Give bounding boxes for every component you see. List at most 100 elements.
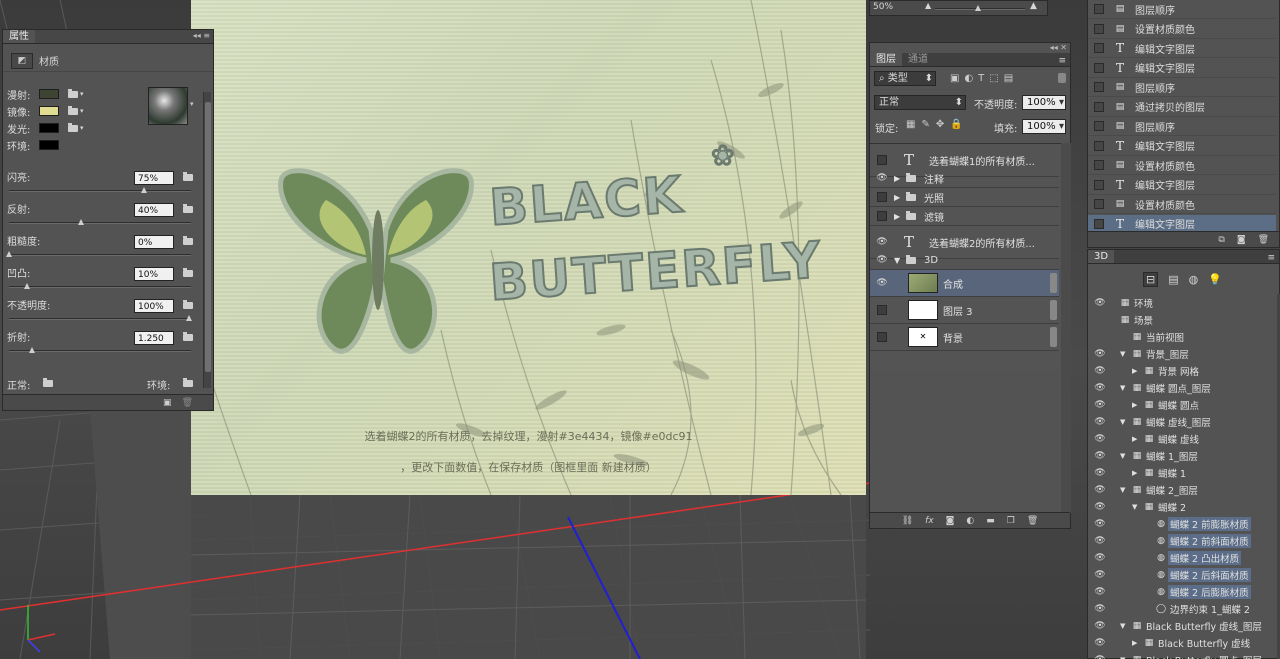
layer-row[interactable]: 👁 ▶ 注释	[870, 169, 1059, 188]
history-state[interactable]: T 编辑文字图层	[1088, 59, 1276, 78]
slider-texture-folder-icon[interactable]	[183, 300, 193, 309]
visibility-eye-icon[interactable]: 👁	[1094, 638, 1106, 648]
history-brush-source[interactable]	[1094, 4, 1104, 14]
history-brush-source[interactable]	[1094, 82, 1104, 92]
history-state[interactable]: T 编辑文字图层	[1088, 137, 1276, 156]
layers-menu-icon[interactable]: ≡	[1058, 56, 1070, 66]
history-brush-source[interactable]	[1094, 43, 1104, 53]
fx-icon[interactable]: fx	[925, 516, 934, 526]
visibility-eye-icon[interactable]: 👁	[1094, 570, 1106, 580]
tree-arrow-icon[interactable]: ▶	[1132, 639, 1142, 647]
visibility-eye-icon[interactable]: 👁	[1094, 349, 1106, 359]
history-brush-source[interactable]	[1094, 160, 1104, 170]
scene-item[interactable]: 👁 ▼ ▦ Black Butterfly 虚线_图层	[1088, 617, 1277, 634]
visibility-eye-icon[interactable]: 👁	[1094, 519, 1106, 529]
visibility-eye-icon[interactable]: 👁	[1094, 400, 1106, 410]
material-color-swatch[interactable]	[39, 123, 59, 133]
scene-item[interactable]: 👁 ▶ ▦ 蝴蝶 虚线	[1088, 430, 1277, 447]
visibility-eye-icon[interactable]: 👁	[1094, 434, 1106, 444]
layer-filter-icons[interactable]: ▣◐T⬚▤	[950, 73, 1018, 84]
preview-dropdown-icon[interactable]: ▾	[190, 100, 194, 108]
scene-item[interactable]: 👁 ◍ 蝴蝶 2 后膨胀材质	[1088, 583, 1277, 600]
link-layers-icon[interactable]: ⛓	[902, 516, 913, 526]
scene-item[interactable]: 👁 ▼ ▦ 蝴蝶 2	[1088, 498, 1277, 515]
scene-item[interactable]: 👁 ▼ ▦ 蝴蝶 1_图层	[1088, 447, 1277, 464]
slider-texture-folder-icon[interactable]	[183, 172, 193, 181]
tab-layers[interactable]: 图层	[870, 53, 902, 66]
scene-item[interactable]: 👁 ◍ 蝴蝶 2 前膨胀材质	[1088, 515, 1277, 532]
visibility-eye-icon[interactable]: 👁	[1094, 298, 1106, 308]
whole-scene-icon[interactable]: ⊟	[1143, 271, 1159, 287]
scene-item[interactable]: ▦ 当前视图	[1088, 328, 1277, 345]
property-slider[interactable]	[9, 315, 192, 321]
visibility-toggle[interactable]	[877, 332, 887, 342]
tree-arrow-icon[interactable]: ▼	[1120, 656, 1130, 659]
expand-arrow-icon[interactable]: ▶	[894, 193, 906, 202]
texture-folder-icon[interactable]	[68, 122, 78, 132]
tree-arrow-icon[interactable]: ▼	[1120, 418, 1130, 426]
expand-arrow-icon[interactable]: ▶	[894, 212, 906, 221]
property-slider[interactable]	[9, 187, 191, 193]
slider-knob[interactable]	[141, 187, 147, 193]
property-slider[interactable]	[9, 219, 191, 225]
lock-icons[interactable]: ▦✎✥🔒	[906, 119, 969, 130]
visibility-eye-icon[interactable]: 👁	[1094, 553, 1106, 563]
fill-input[interactable]: 100% ▾	[1022, 119, 1066, 134]
trash-icon[interactable]: 🗑	[182, 398, 193, 408]
layer-row[interactable]: ▶ 滤镜	[870, 207, 1059, 226]
new-document-from-state-icon[interactable]: ⧉	[1218, 235, 1224, 245]
scene-item[interactable]: 👁 ▶ ▦ 背景 网格	[1088, 362, 1277, 379]
tree-arrow-icon[interactable]: ▶	[1132, 367, 1142, 375]
scene-item[interactable]: 👁 ▶ ▦ 蝴蝶 1	[1088, 464, 1277, 481]
filter-toggle[interactable]	[1058, 73, 1066, 83]
zoom-in-icon[interactable]: ▲	[1030, 1, 1037, 11]
history-state[interactable]: T 编辑文字图层	[1088, 39, 1276, 58]
blend-mode-dropdown[interactable]: 正常 ⬍	[874, 95, 966, 110]
visibility-eye-icon[interactable]: 👁	[870, 173, 894, 183]
material-color-swatch[interactable]	[39, 140, 59, 150]
visibility-eye-icon[interactable]: 👁	[1094, 536, 1106, 546]
layer-row[interactable]: 图层 3	[870, 297, 1059, 324]
slider-knob[interactable]	[24, 283, 30, 289]
scene-item[interactable]: 👁 ▶ ▦ Black Butterfly 虚线	[1088, 634, 1277, 651]
document-canvas[interactable]: BLACK BUTTERFLY ❀ 选着蝴蝶2的所有材质，去掉纹理，漫射#3e4…	[191, 0, 866, 495]
env-folder-icon[interactable]	[183, 378, 193, 387]
visibility-eye-icon[interactable]: 👁	[870, 278, 894, 288]
tab-properties[interactable]: 属性	[3, 30, 35, 43]
history-brush-source[interactable]	[1094, 199, 1104, 209]
visibility-toggle[interactable]	[877, 192, 887, 202]
property-slider[interactable]	[6, 251, 191, 257]
collapse-arrow-icon[interactable]: ▼	[894, 256, 906, 265]
slider-texture-folder-icon[interactable]	[183, 236, 193, 245]
scene-item[interactable]: 👁 ◍ 蝴蝶 2 前斜面材质	[1088, 532, 1277, 549]
slider-knob[interactable]	[28, 347, 35, 353]
visibility-eye-icon[interactable]: 👁	[1094, 621, 1106, 631]
slider-knob[interactable]	[186, 315, 192, 321]
visibility-eye-icon[interactable]: 👁	[870, 255, 894, 265]
visibility-eye-icon[interactable]: 👁	[1094, 587, 1106, 597]
tree-arrow-icon[interactable]: ▼	[1120, 486, 1130, 494]
scene-item[interactable]: 👁 ▼ ▦ 背景_图层	[1088, 345, 1277, 362]
tab-channels[interactable]: 通道	[902, 53, 934, 66]
slider-knob[interactable]	[6, 251, 12, 257]
history-state[interactable]: ▤ 设置材质颜色	[1088, 156, 1276, 175]
snapshot-icon[interactable]: ◙	[1237, 235, 1246, 245]
tree-arrow-icon[interactable]: ▶	[1132, 435, 1142, 443]
history-brush-source[interactable]	[1094, 140, 1104, 151]
layer-row[interactable]: 👁 合成	[870, 270, 1059, 297]
layers-panel-collapse-icon[interactable]: ◂◂ ✕	[1050, 42, 1067, 54]
panel-collapse-icon[interactable]: ◂◂ ≡	[193, 30, 210, 42]
texture-folder-icon[interactable]	[68, 105, 78, 115]
frame-icon[interactable]: ▣	[163, 398, 172, 408]
delete-layer-icon[interactable]: 🗑	[1027, 516, 1038, 526]
material-preview-sphere[interactable]	[148, 87, 188, 125]
property-slider[interactable]	[9, 283, 191, 289]
visibility-toggle[interactable]	[877, 155, 887, 165]
history-state[interactable]: ▤ 图层顺序	[1088, 78, 1276, 97]
tree-arrow-icon[interactable]: ▼	[1120, 350, 1130, 358]
visibility-eye-icon[interactable]: 👁	[1094, 366, 1106, 376]
scene-item[interactable]: 👁 ◯ 边界约束 1_蝴蝶 2	[1088, 600, 1277, 617]
visibility-eye-icon[interactable]: 👁	[1094, 655, 1106, 659]
new-group-icon[interactable]: ▬	[986, 516, 995, 526]
zoom-slider[interactable]	[935, 5, 1025, 11]
